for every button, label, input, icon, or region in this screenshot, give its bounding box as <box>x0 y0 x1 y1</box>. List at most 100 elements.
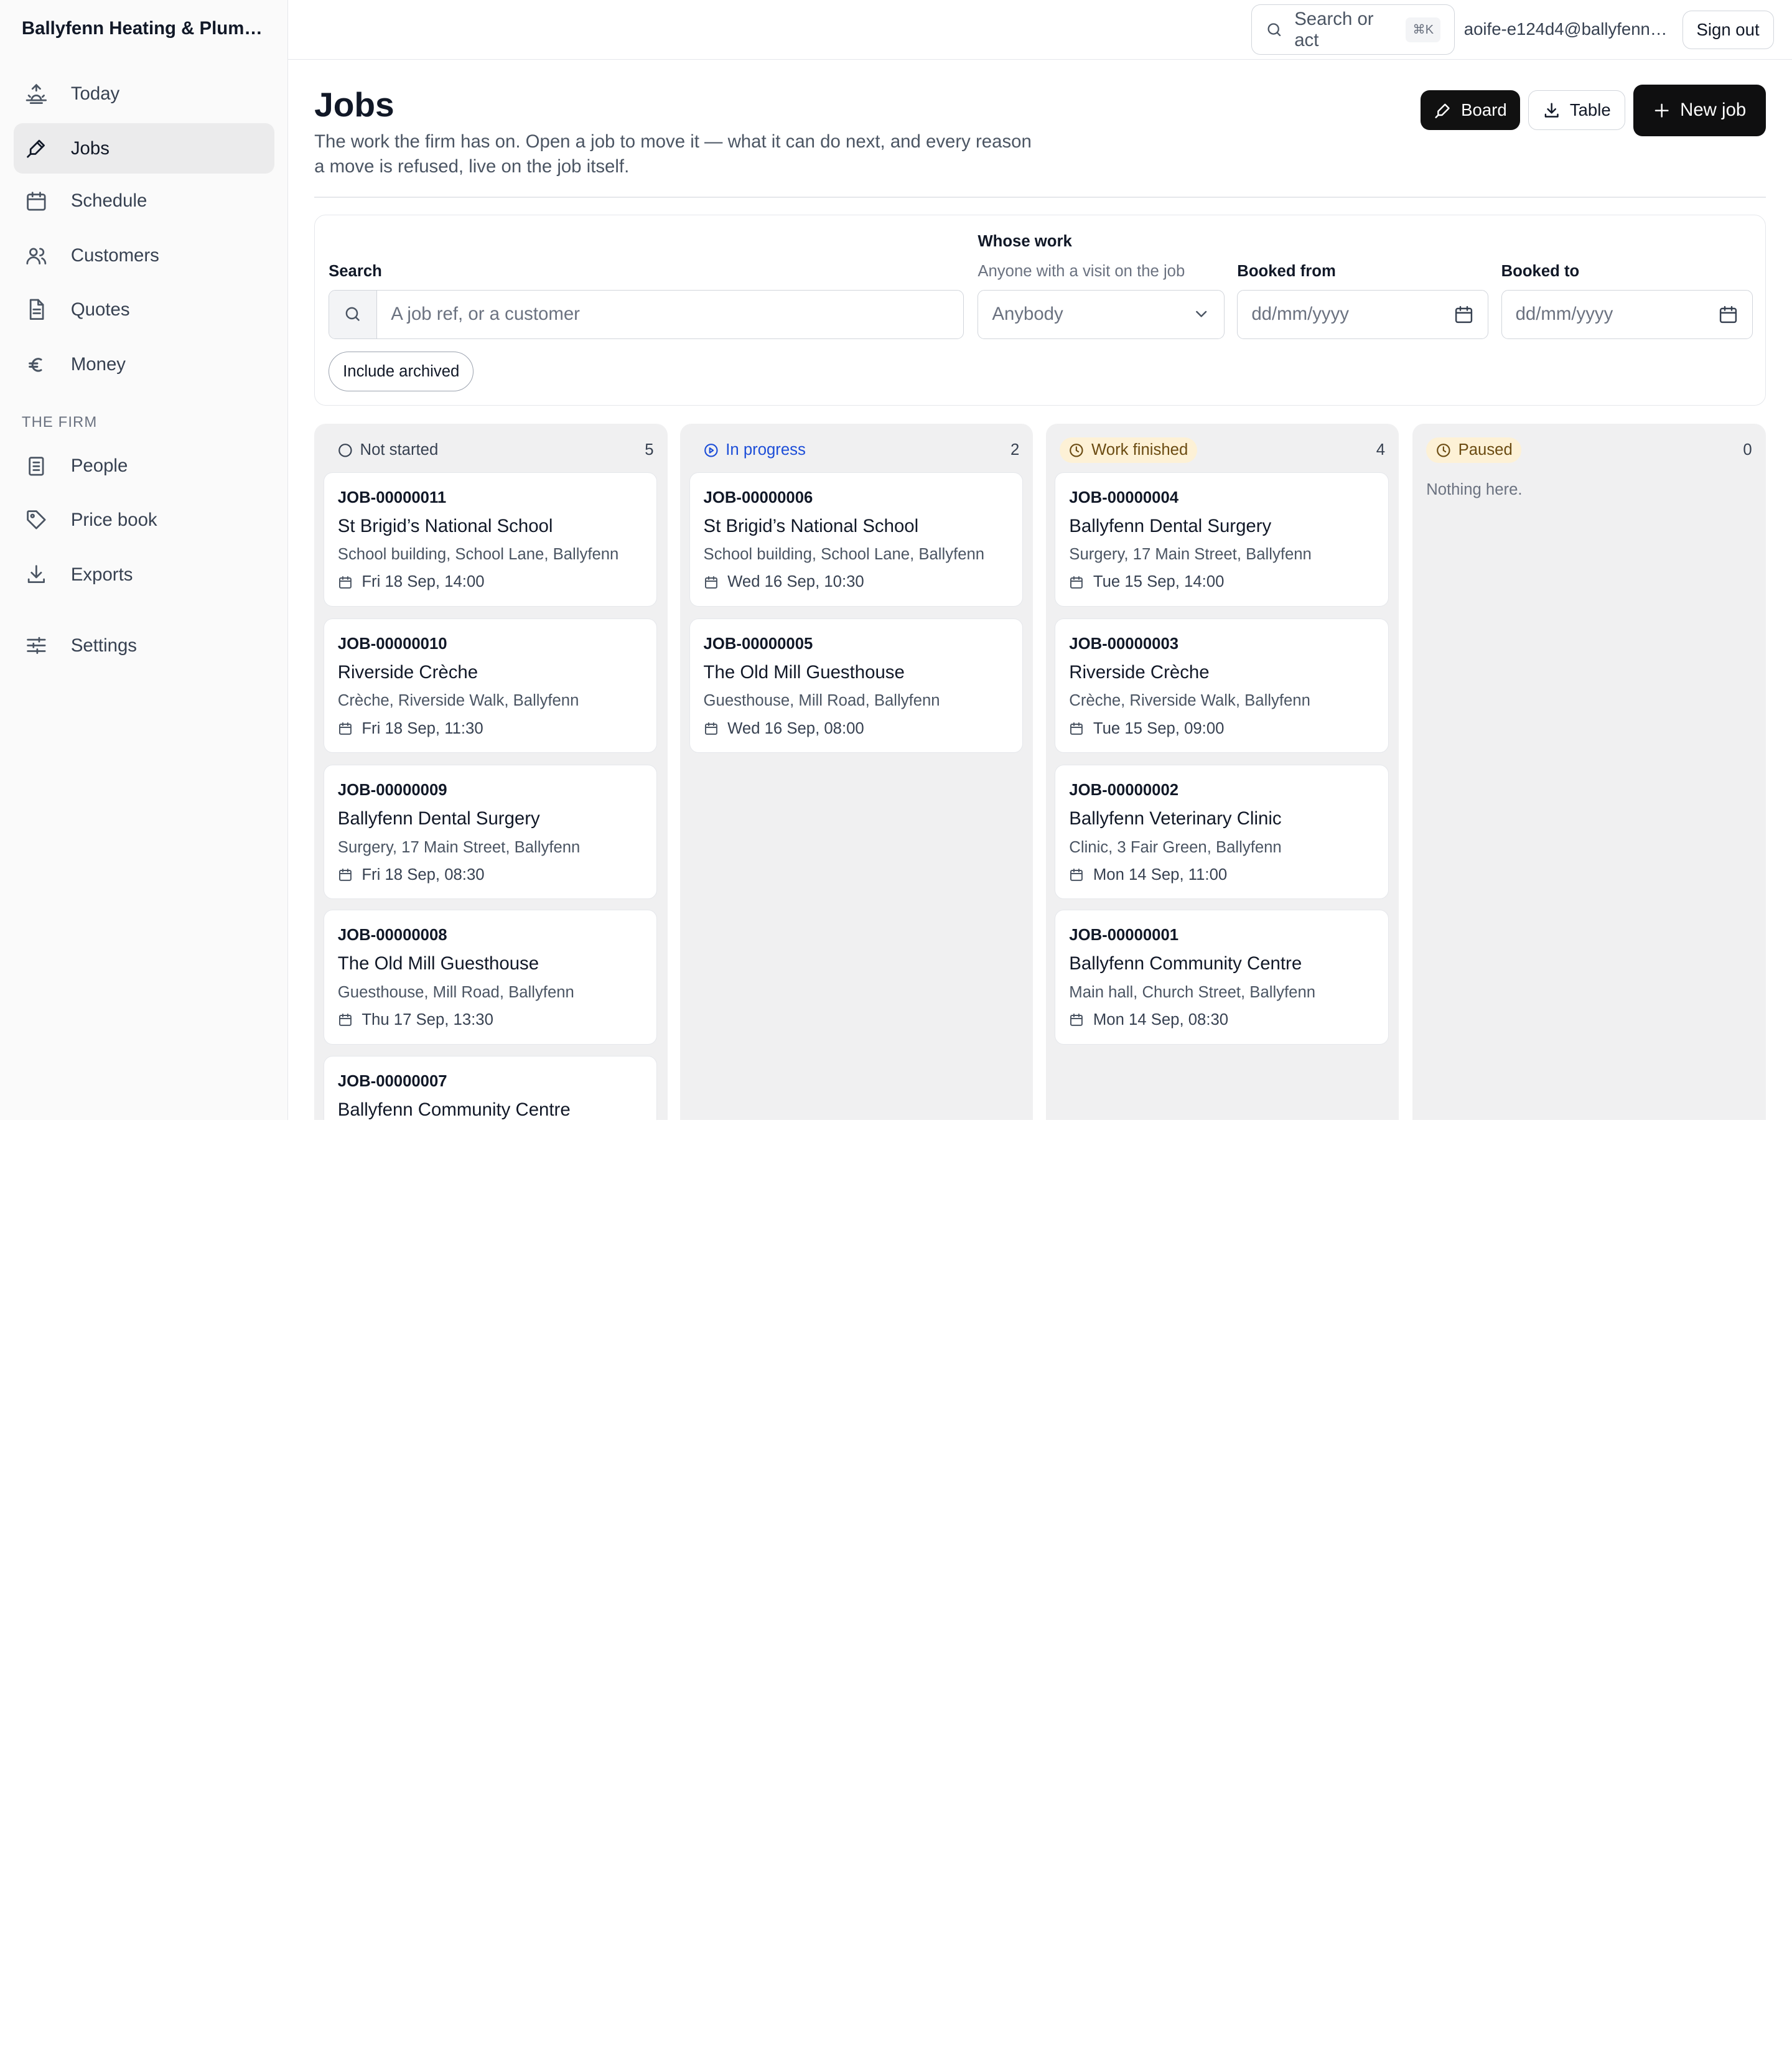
job-customer: The Old Mill Guesthouse <box>703 661 905 683</box>
page-description: The work the firm has on. Open a job to … <box>314 131 1032 177</box>
job-card[interactable]: JOB-00000007 Ballyfenn Community Centre <box>323 1056 658 1120</box>
job-ref: JOB-00000003 <box>1069 635 1179 653</box>
board-view-button[interactable]: Board <box>1421 90 1520 131</box>
sidebar-item-money[interactable]: Money <box>14 339 274 389</box>
sidebar-item-label: Money <box>70 353 126 375</box>
sidebar-item-settings[interactable]: Settings <box>14 620 274 671</box>
new-job-button[interactable]: New job <box>1633 84 1766 136</box>
job-date-text: Fri 18 Sep, 11:30 <box>362 719 483 737</box>
job-card[interactable]: JOB-00000011 St Brigid’s National School… <box>323 472 658 607</box>
calendar-icon <box>1070 1014 1083 1027</box>
booked-to-input[interactable]: dd/mm/yyyy <box>1501 289 1753 339</box>
sidebar-item-quotes[interactable]: Quotes <box>14 284 274 335</box>
job-card[interactable]: JOB-00000006 St Brigid’s National School… <box>689 472 1023 607</box>
document-icon <box>25 298 48 321</box>
sidebar-item-exports[interactable]: Exports <box>14 549 274 600</box>
column-header: Paused 0 <box>1426 437 1752 463</box>
job-address: Clinic, 3 Fair Green, Ballyfenn <box>1069 838 1282 856</box>
search-field[interactable] <box>329 289 964 339</box>
search-icon <box>1267 23 1281 37</box>
sidebar-item-jobs[interactable]: Jobs <box>14 123 274 174</box>
job-date-text: Tue 15 Sep, 14:00 <box>1093 573 1225 591</box>
calendar-icon <box>25 190 48 213</box>
job-customer: Ballyfenn Veterinary Clinic <box>1069 808 1282 829</box>
calendar-icon[interactable] <box>1718 304 1738 325</box>
command-search-button[interactable]: Search or act ⌘K <box>1251 4 1455 55</box>
sidebar-item-price-book[interactable]: Price book <box>14 495 274 545</box>
job-card[interactable]: JOB-00000001 Ballyfenn Community Centre … <box>1055 910 1389 1045</box>
sidebar-item-label: People <box>70 455 128 477</box>
job-card[interactable]: JOB-00000004 Ballyfenn Dental Surgery Su… <box>1055 472 1389 607</box>
whose-work-value: Anybody <box>992 304 1063 325</box>
job-date: Tue 15 Sep, 09:00 <box>1069 717 1374 740</box>
calendar-icon <box>338 576 352 589</box>
filters-panel: Search Whose work Anyone with a visit on… <box>314 215 1766 406</box>
job-card[interactable]: JOB-00000003 Riverside Crèche Crèche, Ri… <box>1055 618 1389 753</box>
job-customer: St Brigid’s National School <box>703 515 919 536</box>
sign-out-button[interactable]: Sign out <box>1682 10 1774 49</box>
sidebar-item-label: Exports <box>70 564 133 585</box>
job-ref: JOB-00000002 <box>1069 781 1179 799</box>
job-card[interactable]: JOB-00000002 Ballyfenn Veterinary Clinic… <box>1055 764 1389 900</box>
job-card[interactable]: JOB-00000009 Ballyfenn Dental Surgery Su… <box>323 764 658 900</box>
job-card[interactable]: JOB-00000008 The Old Mill Guesthouse Gue… <box>323 910 658 1045</box>
job-date: Tue 15 Sep, 14:00 <box>1069 571 1374 594</box>
top-bar: Search or act ⌘K aoife-e124d4@ballyfenn-… <box>287 0 1792 60</box>
booked-from-input[interactable]: dd/mm/yyyy <box>1237 289 1489 339</box>
job-ref: JOB-00000009 <box>337 781 447 799</box>
job-ref: JOB-00000011 <box>337 488 447 506</box>
tag-icon <box>25 508 48 531</box>
sidebar-item-label: Schedule <box>70 190 147 212</box>
section-label-the-firm: THE FIRM <box>21 413 98 431</box>
column-header: Not started 5 <box>328 437 654 462</box>
job-address: Crèche, Riverside Walk, Ballyfenn <box>337 692 579 710</box>
job-date-text: Wed 16 Sep, 08:00 <box>727 719 864 737</box>
job-customer: The Old Mill Guesthouse <box>337 953 539 974</box>
job-address: Surgery, 17 Main Street, Ballyfenn <box>337 838 581 856</box>
include-archived-toggle[interactable]: Include archived <box>329 351 474 392</box>
status-badge: Work finished <box>1059 437 1197 463</box>
job-date-text: Tue 15 Sep, 09:00 <box>1093 719 1225 737</box>
sidebar-item-label: Quotes <box>70 299 130 320</box>
column-count: 2 <box>1010 441 1020 459</box>
job-card[interactable]: JOB-00000010 Riverside Crèche Crèche, Ri… <box>323 618 658 753</box>
column-header: In progress 2 <box>694 437 1019 462</box>
board-label: Board <box>1461 100 1507 120</box>
job-customer: Ballyfenn Community Centre <box>1069 953 1302 974</box>
table-view-button[interactable]: Table <box>1528 90 1625 131</box>
job-date: Wed 16 Sep, 08:00 <box>704 717 1009 740</box>
search-icon <box>329 290 378 338</box>
status-badge: In progress <box>694 437 815 462</box>
sidebar-item-customers[interactable]: Customers <box>14 231 274 281</box>
booked-from-placeholder: dd/mm/yyyy <box>1251 304 1349 325</box>
whose-work-hint: Anyone with a visit on the job <box>978 262 1185 280</box>
booked-to-label: Booked to <box>1501 262 1580 280</box>
column-count: 5 <box>645 441 654 459</box>
download-icon <box>25 563 48 586</box>
job-customer: Ballyfenn Dental Surgery <box>1069 515 1272 536</box>
job-date: Fri 18 Sep, 14:00 <box>338 571 643 594</box>
column-not-started: Not started 5 JOB-00000011 St Brigid’s N… <box>314 424 668 1120</box>
sidebar-item-schedule[interactable]: Schedule <box>14 176 274 226</box>
calendar-icon <box>1070 722 1083 735</box>
search-input[interactable] <box>377 290 964 338</box>
sidebar-item-label: Customers <box>70 245 159 266</box>
sidebar-item-people[interactable]: People <box>14 441 274 492</box>
job-date: Fri 18 Sep, 08:30 <box>338 864 643 887</box>
clock-icon <box>1070 443 1083 457</box>
job-date-text: Thu 17 Sep, 13:30 <box>362 1010 493 1028</box>
job-card[interactable]: JOB-00000005 The Old Mill Guesthouse Gue… <box>689 618 1023 753</box>
page-title: Jobs <box>314 85 394 124</box>
user-email: aoife-e124d4@ballyfenn-heating.ie <box>1463 19 1672 39</box>
column-count: 4 <box>1376 441 1386 459</box>
wrench-icon <box>25 137 48 160</box>
job-ref: JOB-00000004 <box>1069 488 1179 506</box>
calendar-icon[interactable] <box>1454 304 1474 325</box>
clock-icon <box>1437 443 1450 457</box>
whose-work-select[interactable]: Anybody <box>978 289 1225 339</box>
sidebar: Ballyfenn Heating & Plumbing Today Jobs … <box>0 0 288 1120</box>
empty-state: Nothing here. <box>1426 481 1523 499</box>
sidebar-item-today[interactable]: Today <box>14 68 274 119</box>
brand-name[interactable]: Ballyfenn Heating & Plumbing <box>22 18 273 39</box>
whose-work-label: Whose work <box>978 232 1072 250</box>
